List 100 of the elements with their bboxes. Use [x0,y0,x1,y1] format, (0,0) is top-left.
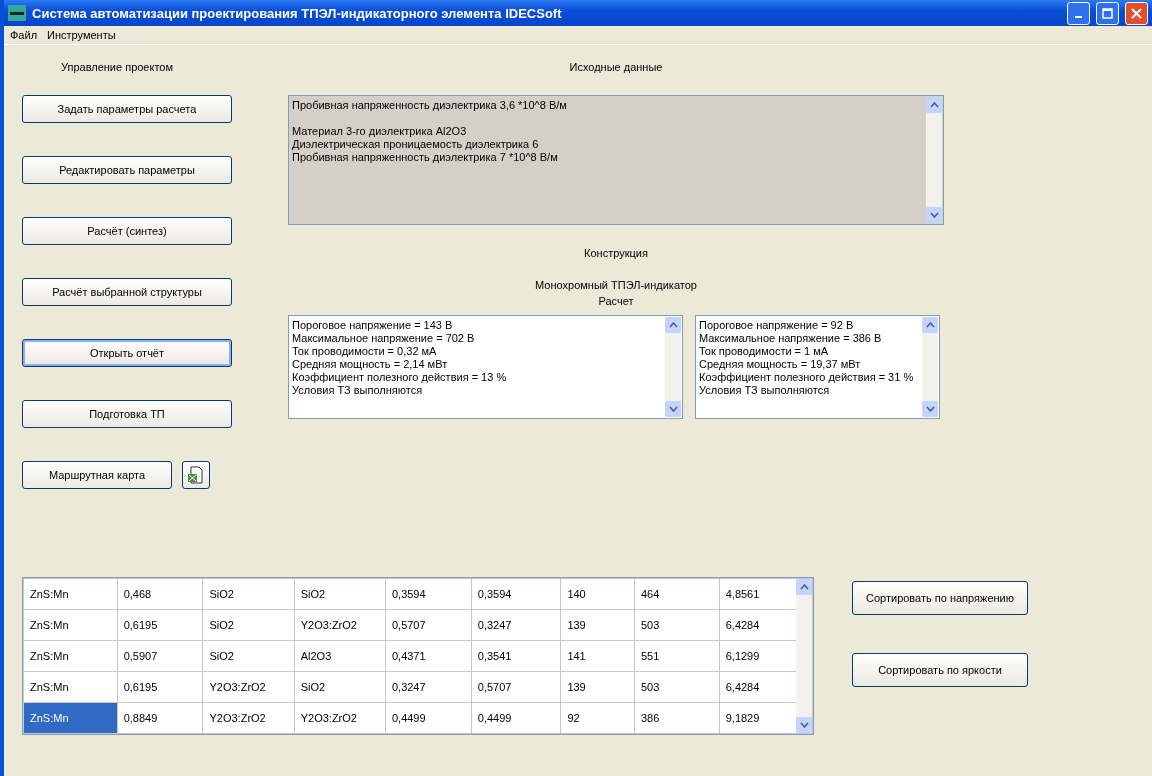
sort-button[interactable]: Сортировать по яркости [852,653,1028,687]
table-cell[interactable]: 0,6195 [117,609,203,641]
table-cell[interactable]: SiO2 [203,578,295,610]
scrollbar[interactable] [926,97,942,223]
results-table[interactable] [22,577,814,735]
menu-item[interactable]: Инструменты [47,29,116,41]
table-cell[interactable]: 503 [634,671,720,703]
scroll-up-button[interactable] [922,317,938,333]
scroll-down-button[interactable] [796,717,812,733]
app-icon [8,5,26,21]
text-line: Максимальное напряжение = 702 В [292,332,475,345]
result-box[interactable]: Пороговое напряжение = 92 В Максимальное напряжение = 386 В Ток проводимости = 1 мА Средняя мощность = 19,37 мВт Коэффициент полезного действия = 31 % Условия ТЗ выполняются [695,315,940,419]
result-box[interactable]: Пороговое напряжение = 143 В Максимальное напряжение = 702 В Ток проводимости = 0,32 мА Средняя мощность = 2,14 мВт Коэффициент полезного действия = 13 % Условия ТЗ выполняются [288,315,683,419]
table-cell[interactable]: ZnS:Mn [23,640,118,672]
chevron-down-icon [799,722,809,728]
text-line: Максимальное напряжение = 386 В [699,332,882,345]
scrollbar[interactable] [796,579,812,733]
table-cell[interactable]: 140 [560,578,635,610]
source-data-box[interactable]: Пробивная напряженность диэлектрика 3,6 *10^8 В/м Материал 3-го диэлектрика Al2O3 Диэлектрическая проницаемость диэлектрика 6 Пробивная напряженность диэлектрика 7 *10^8 В/м [288,95,944,225]
table-cell[interactable]: ZnS:Mn [23,578,118,610]
text-line: Ток проводимости = 1 мА [699,345,829,358]
table-cell[interactable]: SiO2 [294,578,386,610]
minimize-button[interactable] [1067,1,1090,25]
chevron-up-icon [799,584,809,590]
table-cell[interactable]: 92 [560,702,635,734]
text-line: Условия ТЗ выполняются [699,384,830,397]
chevron-up-icon [925,322,935,328]
table-cell[interactable]: 0,5907 [117,640,203,672]
scroll-down-button[interactable] [922,401,938,417]
document-icon-button[interactable] [182,461,210,489]
scroll-up-button[interactable] [926,97,942,113]
section-title: Исходные данные [568,61,664,73]
action-button[interactable]: Подготовка ТП [22,400,232,428]
table-cell[interactable]: 0,6195 [117,671,203,703]
table-cell[interactable]: 0,4499 [385,702,472,734]
table-cell[interactable]: ZnS:Mn [23,702,118,734]
table-cell[interactable]: 141 [560,640,635,672]
scroll-down-button[interactable] [926,207,942,223]
scrollbar[interactable] [922,317,938,417]
text-line: Материал 3-го диэлектрика Al2O3 [292,125,467,138]
text-line: Пороговое напряжение = 143 В [292,319,453,332]
table-cell[interactable]: 0,5707 [471,671,561,703]
close-icon [1131,7,1142,19]
table-cell[interactable]: Y2O3:ZrO2 [294,609,386,641]
close-button[interactable] [1125,1,1148,25]
table-cell[interactable]: 0,3594 [471,578,561,610]
table-cell[interactable]: Y2O3:ZrO2 [203,671,295,703]
scrollbar[interactable] [665,317,681,417]
table-cell[interactable]: 0,4499 [471,702,561,734]
table-cell[interactable]: Y2O3:ZrO2 [294,702,386,734]
scroll-up-button[interactable] [665,317,681,333]
text-line: Пробивная напряженность диэлектрика 3,6 *10^8 В/м [292,99,567,112]
chevron-down-icon [668,406,678,412]
table-cell[interactable]: 0,3247 [385,671,472,703]
table-cell[interactable]: Al2O3 [294,640,386,672]
document-icon [187,466,205,484]
table-cell[interactable]: 0,3594 [385,578,472,610]
chevron-down-icon [929,212,939,218]
action-button[interactable]: Открыть отчёт [22,339,232,367]
section-title: Конструкция [583,247,649,259]
text-line: Коэффициент полезного действия = 31 % [699,371,914,384]
chevron-down-icon [925,406,935,412]
action-button[interactable]: Расчёт (синтез) [22,217,232,245]
table-cell[interactable]: 503 [634,609,720,641]
text-line: Пробивная напряженность диэлектрика 7 *10^8 В/м [292,151,558,164]
action-button[interactable]: Задать параметры расчета [22,95,232,123]
table-cell[interactable]: SiO2 [294,671,386,703]
table-cell[interactable]: ZnS:Mn [23,671,118,703]
table-cell[interactable]: 0,8849 [117,702,203,734]
table-cell[interactable]: 0,468 [117,578,203,610]
table-cell[interactable]: 464 [634,578,720,610]
text-line: Средняя мощность = 19,37 мВт [699,358,861,371]
action-button[interactable]: Редактировать параметры [22,156,232,184]
window-title: Система автоматизации проектирования ТПЭЛ-индикаторного элемента IDECSoft [32,5,563,21]
table-cell[interactable]: 0,5707 [385,609,472,641]
section-title: Расчет [597,295,635,307]
table-cell[interactable]: 386 [634,702,720,734]
text-line: Ток проводимости = 0,32 мА [292,345,437,358]
table-cell[interactable]: 551 [634,640,720,672]
maximize-button[interactable] [1096,1,1119,25]
table-cell[interactable]: 0,4371 [385,640,472,672]
table-cell[interactable]: SiO2 [203,609,295,641]
table-cell[interactable]: Y2O3:ZrO2 [203,702,295,734]
table-cell[interactable]: SiO2 [203,640,295,672]
scroll-up-button[interactable] [796,579,812,595]
table-cell[interactable]: 139 [560,609,635,641]
table-cell[interactable]: ZnS:Mn [23,609,118,641]
table-cell[interactable]: 0,3247 [471,609,561,641]
table-cell[interactable]: 139 [560,671,635,703]
action-button[interactable]: Расчёт выбранной структуры [22,278,232,306]
text-line: Коэффициент полезного действия = 13 % [292,371,507,384]
text-line: Пороговое напряжение = 92 В [699,319,854,332]
action-button[interactable]: Маршрутная карта [22,461,172,489]
text-line: Условия ТЗ выполняются [292,384,423,397]
table-cell[interactable]: 0,3541 [471,640,561,672]
sort-button[interactable]: Сортировать по напряжению [852,581,1028,615]
chevron-up-icon [668,322,678,328]
text-line: Средняя мощность = 2,14 мВт [292,358,448,371]
menu-item[interactable]: Файл [10,29,38,41]
scroll-down-button[interactable] [665,401,681,417]
